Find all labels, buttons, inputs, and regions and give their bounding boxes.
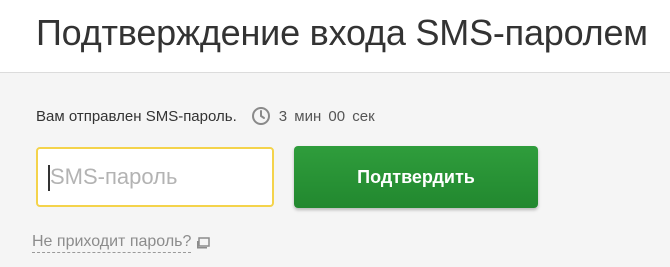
page-title: Подтверждение входа SMS-паролем xyxy=(36,12,648,53)
sms-sent-text: Вам отправлен SMS-пароль. xyxy=(36,107,237,125)
sms-confirmation-panel: Вам отправлен SMS-пароль. 3 мин 00 сек П… xyxy=(0,73,670,267)
countdown-timer: 3 мин 00 сек xyxy=(251,106,375,126)
no-password-link-text: Не приходит пароль? xyxy=(32,233,192,253)
no-password-link[interactable]: Не приходит пароль? xyxy=(32,233,211,253)
confirm-button[interactable]: Подтвердить xyxy=(294,146,538,208)
text-caret xyxy=(48,165,50,191)
sms-password-input[interactable] xyxy=(36,147,274,207)
page-header: Подтверждение входа SMS-паролем xyxy=(0,0,670,73)
countdown-text: 3 мин 00 сек xyxy=(278,107,375,125)
sms-sent-status: Вам отправлен SMS-пароль. 3 мин 00 сек xyxy=(36,105,375,127)
clock-icon xyxy=(251,107,270,125)
popup-window-icon xyxy=(197,237,211,249)
